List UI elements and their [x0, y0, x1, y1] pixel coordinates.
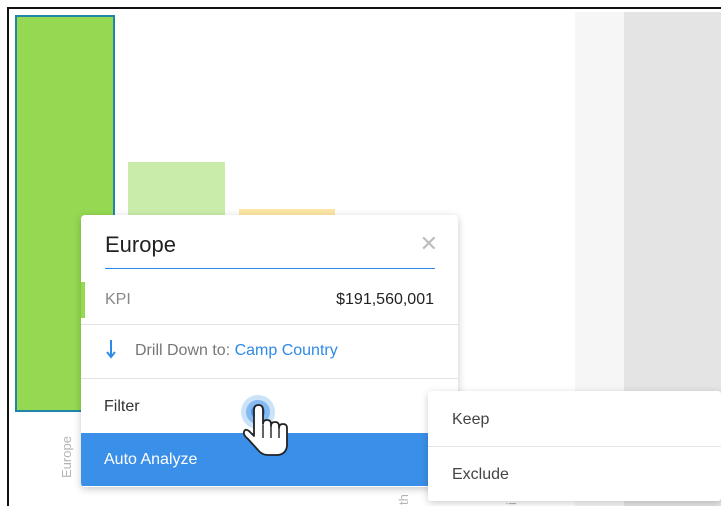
close-icon[interactable]: ✕: [420, 233, 438, 255]
kpi-label: KPI: [105, 291, 131, 308]
drill-down-target-link[interactable]: Camp Country: [235, 342, 338, 359]
filter-label: Filter: [104, 398, 140, 415]
hand-cursor-icon: [241, 395, 288, 456]
keep-label: Keep: [452, 411, 490, 428]
divider: [81, 378, 458, 379]
tooltip-title: Europe: [105, 232, 176, 257]
axis-label-3: th: [396, 494, 411, 505]
drill-down-prefix: Drill Down to:: [135, 342, 235, 359]
arrow-down-icon: [106, 340, 116, 359]
drill-down-option[interactable]: Drill Down to: Camp Country: [81, 327, 458, 377]
kpi-value: $191,560,001: [336, 291, 434, 308]
axis-label-4: i: [504, 502, 519, 505]
exclude-option[interactable]: Exclude: [428, 446, 721, 501]
exclude-label: Exclude: [452, 466, 509, 483]
auto-analyze-label: Auto Analyze: [104, 451, 198, 468]
keep-option[interactable]: Keep: [428, 392, 721, 446]
filter-submenu: Keep Exclude: [428, 391, 721, 501]
drill-down-text: Drill Down to: Camp Country: [135, 342, 338, 360]
kpi-row: KPI $191,560,001: [81, 282, 458, 318]
kpi-color-indicator: [81, 282, 85, 318]
divider: [81, 324, 458, 325]
axis-label-europe: Europe: [59, 436, 74, 478]
title-underline: [105, 268, 435, 269]
